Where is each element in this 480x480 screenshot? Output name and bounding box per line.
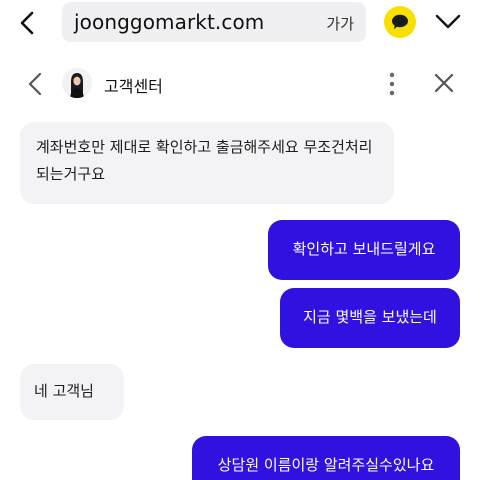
close-chat-button[interactable]	[432, 71, 456, 95]
chevron-left-icon	[20, 11, 34, 35]
close-icon	[434, 73, 454, 93]
incoming-message: 네 고객님	[20, 364, 124, 420]
browser-menu-button[interactable]	[434, 10, 462, 34]
person-avatar-icon	[62, 68, 92, 98]
text-size-button[interactable]: 가가	[326, 13, 354, 34]
incoming-message: 계좌번호만 제대로 확인하고 출금해주세요 무조건처리되는거구요	[20, 122, 394, 204]
browser-back-button[interactable]	[14, 9, 42, 37]
outgoing-message: 지금 몇백을 보냈는데	[280, 288, 460, 348]
chat-title: 고객센터	[104, 77, 163, 96]
chat-header: 고객센터	[0, 58, 480, 110]
agent-avatar	[62, 68, 92, 98]
chevron-left-icon	[28, 72, 42, 96]
url-text: joonggomarkt.com	[74, 10, 265, 34]
browser-toolbar: joonggomarkt.com 가가	[0, 0, 480, 46]
more-vertical-icon	[389, 72, 395, 96]
chevron-down-icon	[435, 14, 461, 29]
address-bar[interactable]: joonggomarkt.com 가가	[62, 2, 366, 42]
more-options-button[interactable]	[380, 70, 404, 98]
outgoing-message: 확인하고 보내드릴게요	[268, 220, 460, 280]
outgoing-message: 상담원 이름이랑 알려주실수있나요	[192, 436, 460, 480]
chat-back-button[interactable]	[24, 70, 48, 98]
kakao-talk-icon	[392, 14, 408, 29]
kakao-button[interactable]	[384, 6, 416, 38]
